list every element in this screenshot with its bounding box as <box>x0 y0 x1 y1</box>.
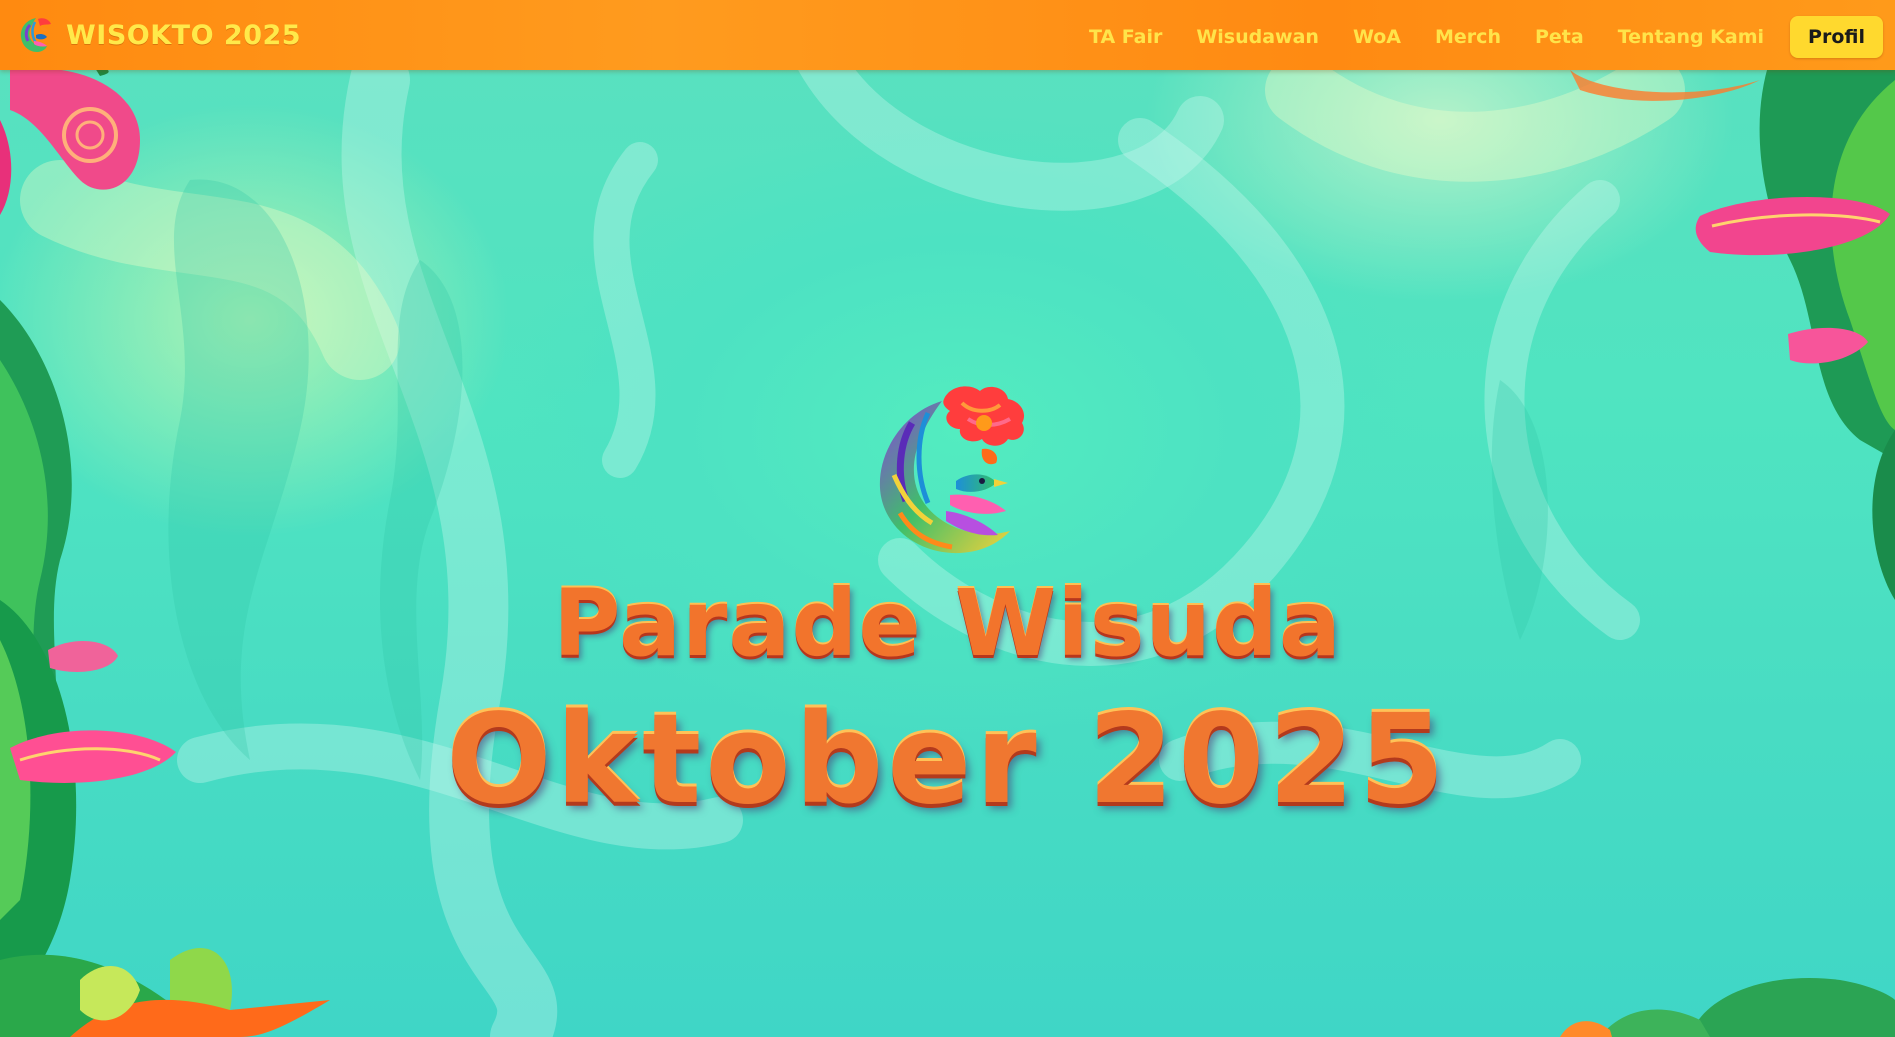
rooster-emblem-icon <box>879 386 1025 554</box>
page: WISOKTO 2025 TA Fair Wisudawan WoA Merch… <box>0 0 1895 1037</box>
rooster-emblem-icon <box>20 18 51 52</box>
brand-name: WISOKTO 2025 <box>66 19 302 51</box>
site-header: WISOKTO 2025 TA Fair Wisudawan WoA Merch… <box>0 0 1895 70</box>
nav-item-peta[interactable]: Peta <box>1518 26 1601 48</box>
nav-item-ta-fair[interactable]: TA Fair <box>1072 26 1179 48</box>
hero-section: Parade Wisuda Oktober 2025 <box>0 70 1895 1037</box>
brand-link[interactable]: WISOKTO 2025 <box>16 14 301 56</box>
profile-button[interactable]: Profil <box>1790 16 1883 58</box>
hero-title-line-2: Oktober 2025 <box>446 688 1449 832</box>
nav-item-tentang-kami[interactable]: Tentang Kami <box>1601 26 1781 48</box>
nav-item-woa[interactable]: WoA <box>1336 26 1418 48</box>
main-nav: TA Fair Wisudawan WoA Merch Peta Tentang… <box>1072 16 1883 58</box>
nav-item-merch[interactable]: Merch <box>1418 26 1518 48</box>
hero-title-line-1: Parade Wisuda <box>553 570 1342 677</box>
nav-item-wisudawan[interactable]: Wisudawan <box>1179 26 1336 48</box>
